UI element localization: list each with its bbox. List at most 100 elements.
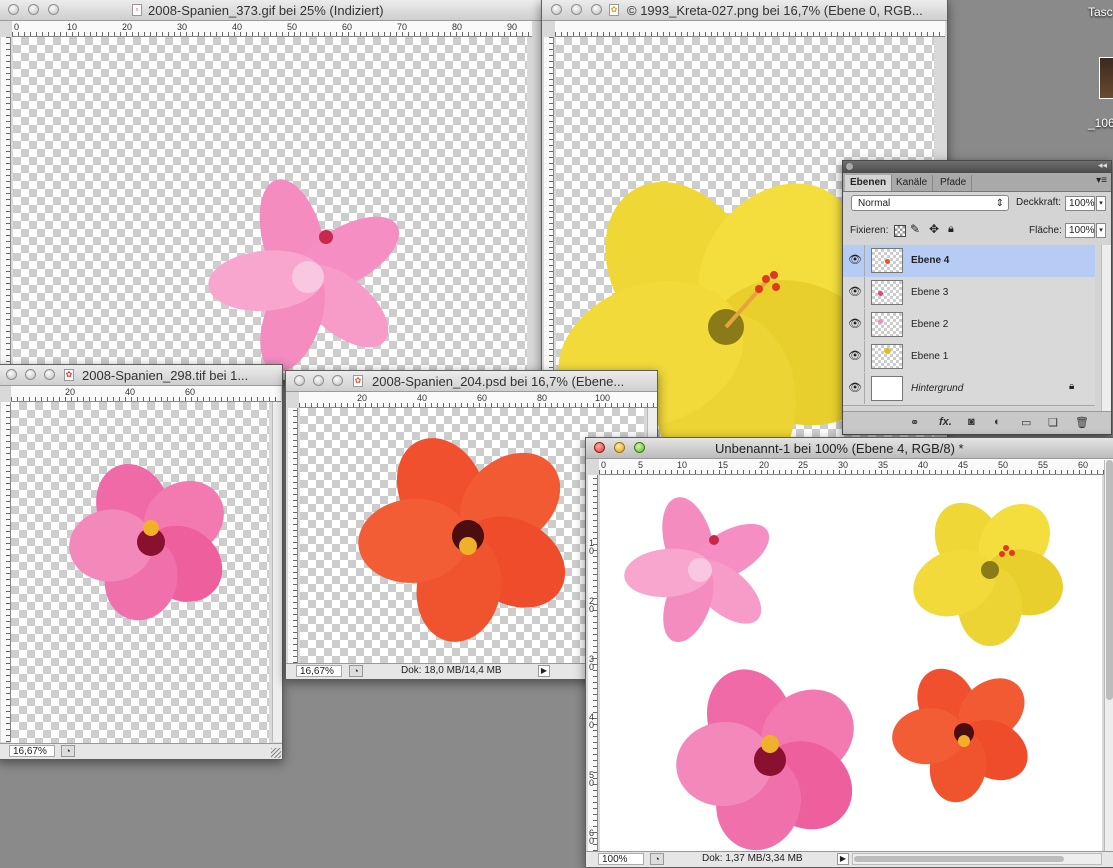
layer-mask-icon[interactable]: ◙ [968,416,975,428]
desktop-file-icon[interactable] [1099,57,1113,99]
layer-style-fx-icon[interactable]: fx. [939,416,952,428]
opacity-dropdown-icon[interactable]: ▾ [1096,196,1106,211]
lock-brush-icon[interactable]: ✎ [910,222,920,236]
horizontal-ruler[interactable]: 0 10 20 30 40 50 60 70 80 90 [12,21,532,37]
titlebar[interactable]: ▫ 2008-Spanien_373.gif bei 25% (Indizier… [0,0,541,21]
collapse-icon[interactable]: ◂◂ [1098,160,1107,171]
close-button[interactable] [8,4,19,15]
layer-row[interactable]: 👁︎ Ebene 1 [843,341,1095,374]
link-layers-icon[interactable]: ⚭ [910,416,919,429]
document-window-unbenannt[interactable]: Unbenannt-1 bei 100% (Ebene 4, RGB/8) * … [585,437,1113,868]
layer-name[interactable]: Ebene 3 [911,287,948,298]
ruler-tick: 5 0 [589,770,595,788]
resize-grip[interactable] [271,748,281,758]
titlebar[interactable]: Unbenannt-1 bei 100% (Ebene 4, RGB/8) * [586,438,1113,459]
visibility-eye-icon[interactable]: 👁︎ [846,309,865,340]
status-menu-button[interactable]: ◔ [61,745,75,757]
fill-dropdown-icon[interactable]: ▾ [1096,223,1106,238]
new-layer-icon[interactable]: ❏ [1048,416,1058,429]
adjustment-layer-icon[interactable]: ◐ [994,416,1001,428]
status-arrow-button[interactable]: ▶ [538,665,550,677]
zoom-button[interactable] [44,369,55,380]
visibility-eye-icon[interactable]: 👁︎ [846,245,865,276]
visibility-eye-icon[interactable]: 👁︎ [846,373,865,404]
vertical-ruler[interactable] [288,408,298,663]
horizontal-scrollbar[interactable] [852,853,1102,865]
minimize-button[interactable] [313,375,324,386]
scroll-thumb[interactable] [854,856,1064,862]
canvas[interactable] [11,402,269,743]
vertical-scrollbar[interactable] [1104,460,1113,851]
fill-field[interactable]: 100% [1065,223,1095,238]
tab-kanaele[interactable]: Kanäle [891,175,934,191]
visibility-eye-icon[interactable]: 👁︎ [846,277,865,308]
vertical-ruler[interactable]: 1 0 2 0 3 0 4 0 5 0 6 0 [588,475,598,851]
vertical-ruler[interactable] [1,402,11,742]
status-bar: 16,67% ◔ [0,743,282,759]
ruler-tick: 5 [638,460,644,470]
minimize-button[interactable] [28,4,39,15]
desktop-file-label[interactable]: _106 [1088,116,1113,130]
status-menu-button[interactable]: ◔ [349,665,363,677]
layer-row[interactable]: 👁︎ Ebene 4 [843,245,1095,278]
zoom-field[interactable]: 16,67% [296,665,342,677]
lock-move-icon[interactable]: ✥ [929,222,939,236]
panel-header[interactable]: ◂◂ [843,160,1111,173]
titlebar[interactable]: ✿ 2008-Spanien_204.psd bei 16,7% (Ebene.… [286,371,657,392]
layer-row[interactable]: 👁︎ Hintergrund 🔒︎ [843,373,1095,406]
titlebar[interactable]: ✿ © 1993_Kreta-027.png bei 16,7% (Ebene … [542,0,947,21]
canvas[interactable] [600,475,1102,851]
ruler-tick: 50 [998,460,1009,470]
layer-name[interactable]: Hintergrund [911,383,963,394]
layers-scrollbar[interactable] [1101,245,1111,411]
tab-pfade[interactable]: Pfade [935,175,973,191]
zoom-button[interactable] [48,4,59,15]
panel-menu-icon[interactable]: ▾≡ [1096,175,1107,186]
tab-ebenen[interactable]: Ebenen [845,175,893,191]
layer-row[interactable]: 👁︎ Ebene 3 [843,277,1095,310]
horizontal-ruler[interactable] [555,21,945,37]
layer-name[interactable]: Ebene 1 [911,351,948,362]
close-button[interactable] [551,4,562,15]
trash-icon[interactable]: 🗑︎ [1075,416,1089,429]
layers-panel[interactable]: ◂◂ Ebenen Kanäle Pfade ▾≡ Normal ⇕ Deckk… [842,160,1112,435]
canvas[interactable] [13,37,527,380]
window-title: 2008-Spanien_204.psd bei 16,7% (Ebene... [372,374,625,389]
close-button[interactable] [594,442,605,453]
lock-transparency-icon[interactable] [894,225,906,237]
horizontal-ruler[interactable]: 20 40 60 [11,386,281,402]
minimize-button[interactable] [25,369,36,380]
minimize-button[interactable] [614,442,625,453]
vertical-scrollbar[interactable] [272,402,282,742]
window-title: 2008-Spanien_373.gif bei 25% (Indiziert) [148,3,384,18]
ruler-tick: 60 [477,393,488,403]
ruler-tick: 1 0 [589,538,595,556]
lock-all-icon[interactable]: 🔒︎ [948,223,954,236]
status-arrow-button[interactable]: ▶ [837,853,849,865]
zoom-button[interactable] [332,375,343,386]
close-button[interactable] [6,369,17,380]
layer-name[interactable]: Ebene 4 [911,255,949,266]
scroll-thumb[interactable] [1106,460,1113,700]
new-group-icon[interactable]: ▭ [1021,416,1031,429]
document-window-373[interactable]: ▫ 2008-Spanien_373.gif bei 25% (Indizier… [0,0,542,381]
panel-close-icon[interactable] [846,163,853,170]
visibility-eye-icon[interactable]: 👁︎ [846,341,865,372]
ruler-tick: 35 [878,460,889,470]
document-window-298[interactable]: ✿ 2008-Spanien_298.tif bei 1... 20 40 60… [0,364,283,760]
opacity-field[interactable]: 100% [1065,196,1095,211]
titlebar[interactable]: ✿ 2008-Spanien_298.tif bei 1... [0,365,282,386]
layer-row[interactable]: 👁︎ Ebene 2 [843,309,1095,342]
zoom-field[interactable]: 16,67% [9,745,55,757]
blend-mode-select[interactable]: Normal ⇕ [851,195,1009,211]
minimize-button[interactable] [571,4,582,15]
vertical-ruler[interactable] [1,37,11,380]
status-menu-button[interactable]: ◔ [650,853,664,865]
close-button[interactable] [294,375,305,386]
horizontal-ruler[interactable]: 20 40 60 80 100 [299,392,657,408]
zoom-button[interactable] [634,442,645,453]
horizontal-ruler[interactable]: 0 5 10 15 20 25 30 35 40 45 50 55 60 [599,459,1113,475]
zoom-field[interactable]: 100% [598,853,644,865]
zoom-button[interactable] [591,4,602,15]
layer-name[interactable]: Ebene 2 [911,319,948,330]
